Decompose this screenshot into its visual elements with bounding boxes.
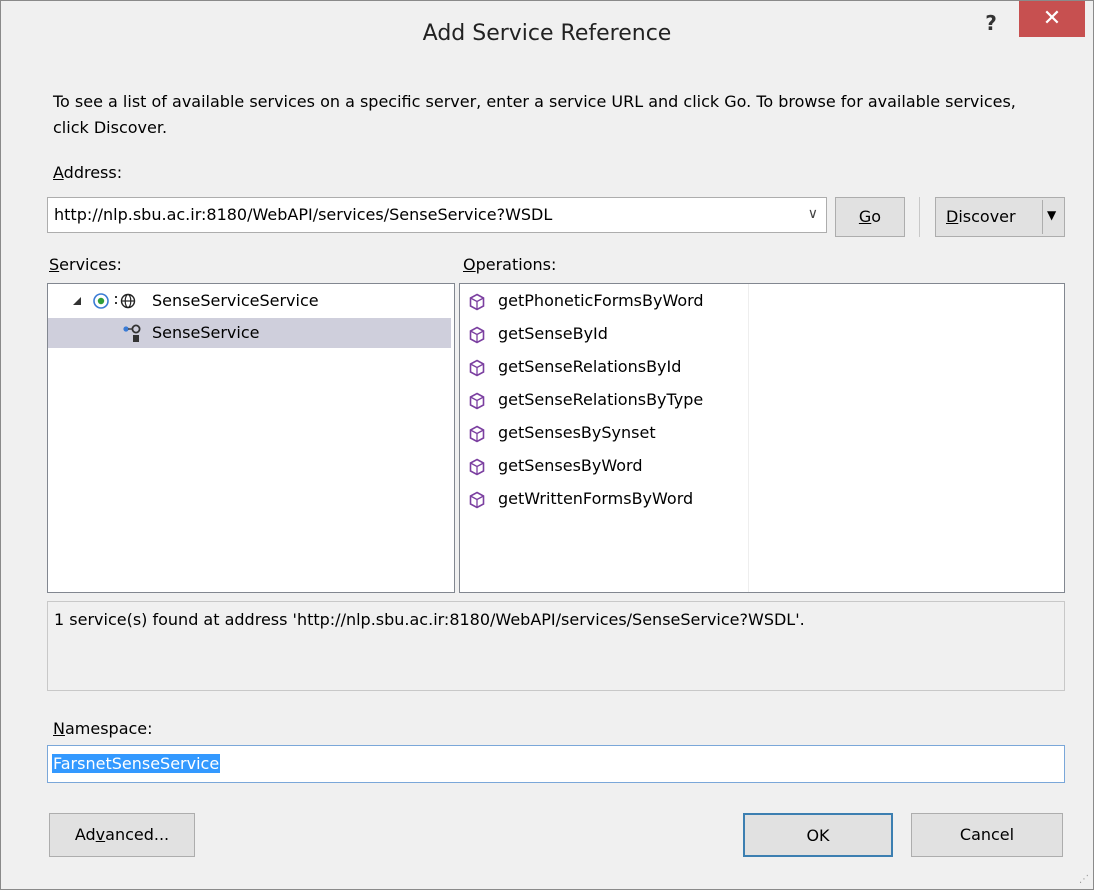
address-value: http://nlp.sbu.ac.ir:8180/WebAPI/service… bbox=[54, 205, 553, 224]
status-box: 1 service(s) found at address 'http://nl… bbox=[47, 601, 1065, 691]
dropdown-arrow-icon[interactable]: ▼ bbox=[1047, 208, 1056, 222]
namespace-value: FarsnetSenseService bbox=[52, 754, 221, 773]
help-button[interactable]: ? bbox=[973, 9, 1009, 37]
namespace-label: Namespace: bbox=[53, 719, 153, 738]
close-button[interactable]: ✕ bbox=[1019, 1, 1085, 37]
dialog-title: Add Service Reference bbox=[422, 21, 672, 46]
address-combobox[interactable]: http://nlp.sbu.ac.ir:8180/WebAPI/service… bbox=[47, 197, 827, 233]
tree-node-service-host[interactable]: SenseServiceService bbox=[48, 286, 454, 316]
tree-node-label: SenseServiceService bbox=[152, 291, 319, 310]
discover-label: Discover bbox=[946, 207, 1016, 226]
operation-label: getSensesBySynset bbox=[498, 423, 656, 442]
title-bar[interactable]: Add Service Reference ? ✕ bbox=[1, 1, 1093, 73]
advanced-button[interactable]: Advanced... bbox=[49, 813, 195, 857]
column-divider bbox=[748, 284, 749, 592]
address-label: Address: bbox=[53, 163, 123, 182]
operation-icon bbox=[469, 359, 485, 377]
intro-text: To see a list of available services on a… bbox=[53, 92, 1016, 137]
operation-icon bbox=[469, 425, 485, 443]
services-label: Services: bbox=[49, 255, 122, 274]
operation-icon bbox=[469, 326, 485, 344]
cancel-button[interactable]: Cancel bbox=[911, 813, 1063, 857]
operation-icon bbox=[469, 491, 485, 509]
go-button[interactable]: Go bbox=[835, 197, 905, 237]
tree-node-label: SenseService bbox=[152, 323, 260, 342]
namespace-input[interactable]: FarsnetSenseService bbox=[47, 745, 1065, 783]
chevron-down-icon[interactable]: ∨ bbox=[808, 206, 818, 222]
expand-triangle-icon[interactable] bbox=[72, 296, 82, 306]
services-tree[interactable]: SenseServiceService SenseService bbox=[47, 283, 455, 593]
toolbar-separator bbox=[919, 197, 920, 237]
operation-label: getSenseById bbox=[498, 324, 608, 343]
operations-label: Operations: bbox=[463, 255, 557, 274]
operation-icon bbox=[469, 458, 485, 476]
globe-icon bbox=[115, 293, 136, 309]
operation-label: getSensesByWord bbox=[498, 456, 643, 475]
operations-list[interactable]: getPhoneticFormsByWord getSenseById getSen… bbox=[459, 283, 1065, 593]
operation-icon bbox=[469, 392, 485, 410]
operation-icon bbox=[469, 293, 485, 311]
status-text: 1 service(s) found at address 'http://nl… bbox=[54, 610, 805, 629]
split-divider bbox=[1042, 200, 1043, 234]
discover-button[interactable]: Discover ▼ bbox=[935, 197, 1065, 237]
operation-label: getSenseRelationsById bbox=[498, 357, 682, 376]
tree-node-service[interactable]: SenseService bbox=[48, 318, 451, 348]
service-host-icon bbox=[93, 293, 109, 309]
ok-button[interactable]: OK bbox=[743, 813, 893, 857]
endpoint-icon bbox=[123, 324, 141, 342]
dialog-window: Add Service Reference ? ✕ To see a list … bbox=[0, 0, 1094, 890]
resize-grip-icon[interactable]: ⋰ bbox=[1079, 874, 1089, 885]
operation-label: getWrittenFormsByWord bbox=[498, 489, 694, 508]
operation-label: getSenseRelationsByType bbox=[498, 390, 704, 409]
operation-label: getPhoneticFormsByWord bbox=[498, 291, 704, 310]
